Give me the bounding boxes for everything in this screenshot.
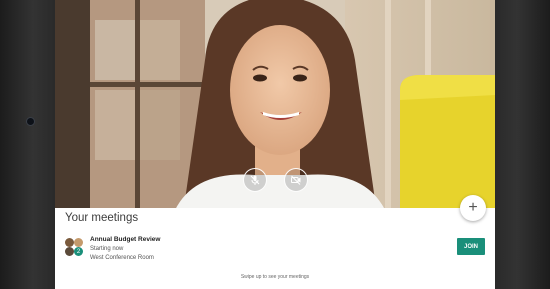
turn-off-camera-button[interactable] bbox=[284, 168, 308, 192]
avatar bbox=[65, 238, 74, 247]
mic-off-icon bbox=[250, 175, 260, 185]
device-bezel-right bbox=[495, 0, 550, 289]
video-image bbox=[55, 0, 495, 210]
meetings-sheet[interactable]: Your meetings 2 Annual Budget Review Sta… bbox=[55, 208, 495, 289]
camera-off-icon bbox=[291, 175, 301, 185]
attendee-avatars: 2 bbox=[65, 238, 85, 258]
video-feed bbox=[55, 0, 495, 210]
meeting-status: Starting now bbox=[90, 246, 124, 252]
attendee-count-badge: 2 bbox=[74, 247, 83, 256]
mute-microphone-button[interactable] bbox=[243, 168, 267, 192]
device-bezel-left bbox=[0, 0, 55, 289]
meeting-room: West Conference Room bbox=[90, 255, 154, 261]
sheet-title: Your meetings bbox=[65, 212, 139, 224]
front-camera bbox=[27, 118, 34, 125]
meeting-title: Annual Budget Review bbox=[90, 236, 161, 243]
add-icon: + bbox=[468, 199, 478, 216]
swipe-hint: Swipe up to see your meetings bbox=[240, 274, 310, 280]
avatar bbox=[74, 238, 83, 247]
add-meeting-button[interactable]: + bbox=[460, 195, 486, 221]
screen: Your meetings 2 Annual Budget Review Sta… bbox=[55, 0, 495, 289]
join-button[interactable]: JOIN bbox=[457, 238, 485, 255]
avatar bbox=[65, 247, 74, 256]
